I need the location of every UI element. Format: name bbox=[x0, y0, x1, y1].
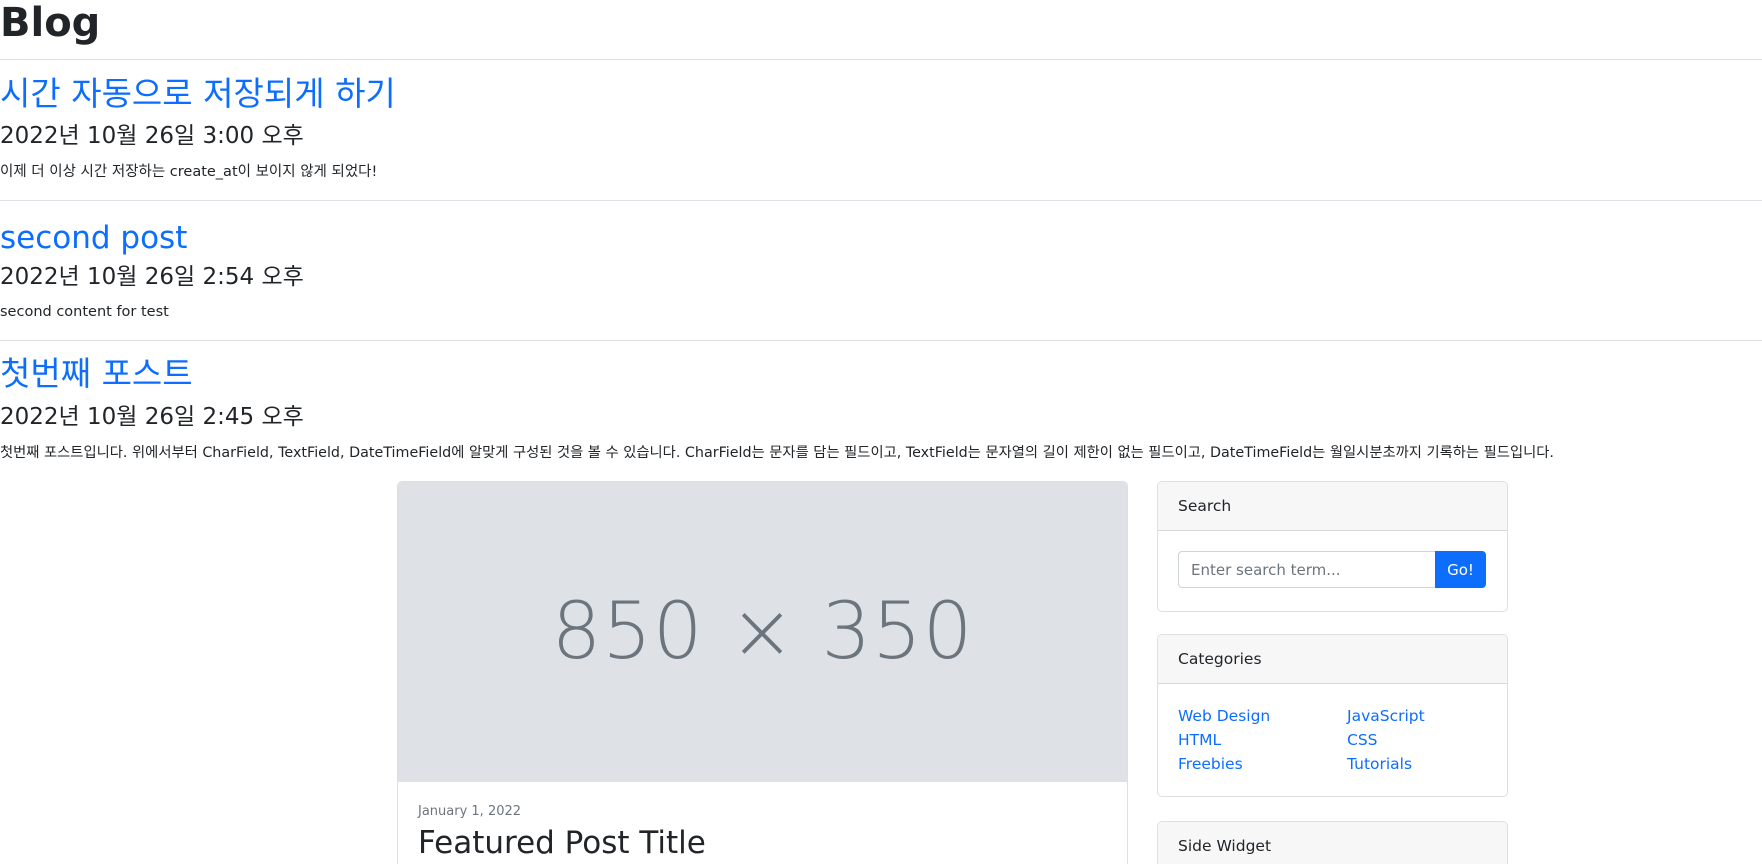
search-widget: Search Go! bbox=[1157, 481, 1508, 612]
image-size-label: 850 × 350 bbox=[551, 587, 974, 677]
post-title-link[interactable]: 첫번째 포스트 bbox=[0, 354, 193, 394]
post-content: 이제 더 이상 시간 저장하는 create_at이 보이지 않게 되었다! bbox=[0, 164, 378, 180]
category-link-web-design[interactable]: Web Design bbox=[1178, 704, 1270, 728]
categories-list: Web Design HTML Freebies JavaScript CSS … bbox=[1158, 684, 1507, 796]
post-content: 첫번째 포스트입니다. 위에서부터 CharField, TextField, … bbox=[0, 445, 1554, 461]
category-link-freebies[interactable]: Freebies bbox=[1178, 752, 1243, 776]
divider bbox=[0, 59, 1762, 60]
category-link-javascript[interactable]: JavaScript bbox=[1347, 704, 1425, 728]
featured-post-date: January 1, 2022 bbox=[418, 804, 522, 819]
page: Blog 시간 자동으로 저장되게 하기 2022년 10월 26일 3:00 … bbox=[0, 0, 1762, 864]
post-title-link[interactable]: 시간 자동으로 저장되게 하기 bbox=[0, 74, 396, 114]
page-title: Blog bbox=[0, 0, 101, 46]
side-widget: Side Widget bbox=[1157, 821, 1508, 864]
divider bbox=[0, 340, 1762, 341]
search-widget-body: Go! bbox=[1158, 531, 1507, 611]
post-date: 2022년 10월 26일 2:45 오후 bbox=[0, 404, 304, 430]
featured-post-card: 850 × 350 January 1, 2022 Featured Post … bbox=[397, 481, 1128, 864]
categories-widget: Categories Web Design HTML Freebies Java… bbox=[1157, 634, 1508, 797]
divider bbox=[0, 200, 1762, 201]
category-link-tutorials[interactable]: Tutorials bbox=[1347, 752, 1412, 776]
post-title-link[interactable]: second post bbox=[0, 218, 187, 258]
post-date: 2022년 10월 26일 3:00 오후 bbox=[0, 123, 304, 149]
categories-widget-header: Categories bbox=[1158, 635, 1507, 684]
featured-post-title: Featured Post Title bbox=[418, 825, 706, 861]
category-link-html[interactable]: HTML bbox=[1178, 728, 1221, 752]
post-content: second content for test bbox=[0, 304, 169, 320]
search-input[interactable] bbox=[1178, 551, 1435, 588]
featured-image-placeholder[interactable]: 850 × 350 bbox=[398, 482, 1127, 782]
category-link-css[interactable]: CSS bbox=[1347, 728, 1378, 752]
search-go-button[interactable]: Go! bbox=[1435, 551, 1486, 588]
search-widget-header: Search bbox=[1158, 482, 1507, 531]
side-widget-header: Side Widget bbox=[1158, 822, 1507, 864]
post-date: 2022년 10월 26일 2:54 오후 bbox=[0, 264, 304, 290]
